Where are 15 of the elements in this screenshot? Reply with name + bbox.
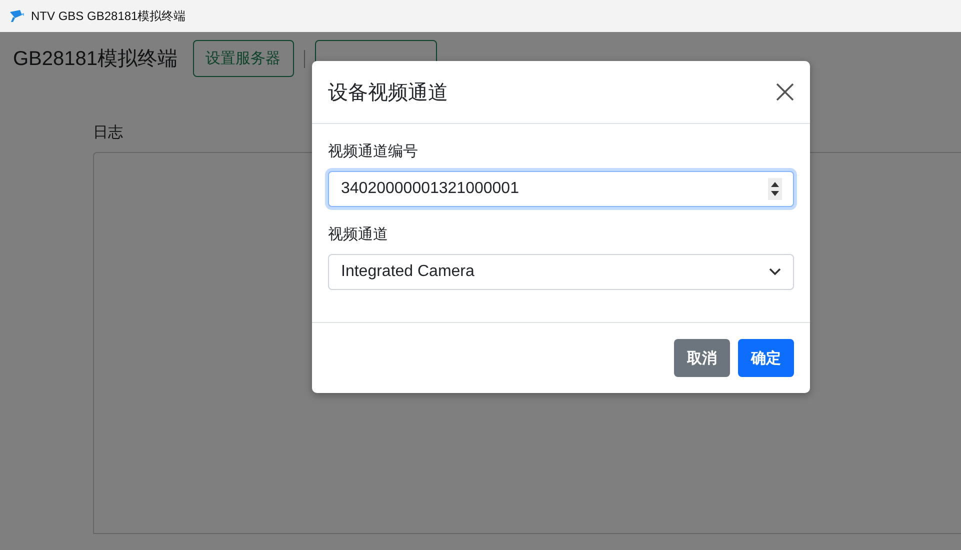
dialog-title: 设备视频通道 (328, 80, 448, 106)
confirm-button[interactable]: 确定 (738, 339, 794, 377)
log-label: 日志 (93, 123, 124, 142)
chevron-down-icon (769, 268, 781, 276)
number-field[interactable]: 34020000001321000001 (328, 171, 794, 207)
outline-button[interactable]: 设置服务器 (192, 40, 294, 77)
spinner-icon[interactable] (768, 178, 782, 200)
app-title: GB28181模拟终端 (13, 47, 178, 72)
close-icon[interactable] (776, 83, 794, 101)
window-title: NTV GBS GB28181模拟终端 (31, 8, 186, 24)
field-label: 视频通道 (328, 225, 389, 244)
select-field[interactable]: Integrated Camera (328, 254, 794, 290)
field-label: 视频通道编号 (328, 142, 419, 161)
camera-icon (9, 9, 25, 23)
cancel-button[interactable]: 取消 (674, 339, 730, 377)
